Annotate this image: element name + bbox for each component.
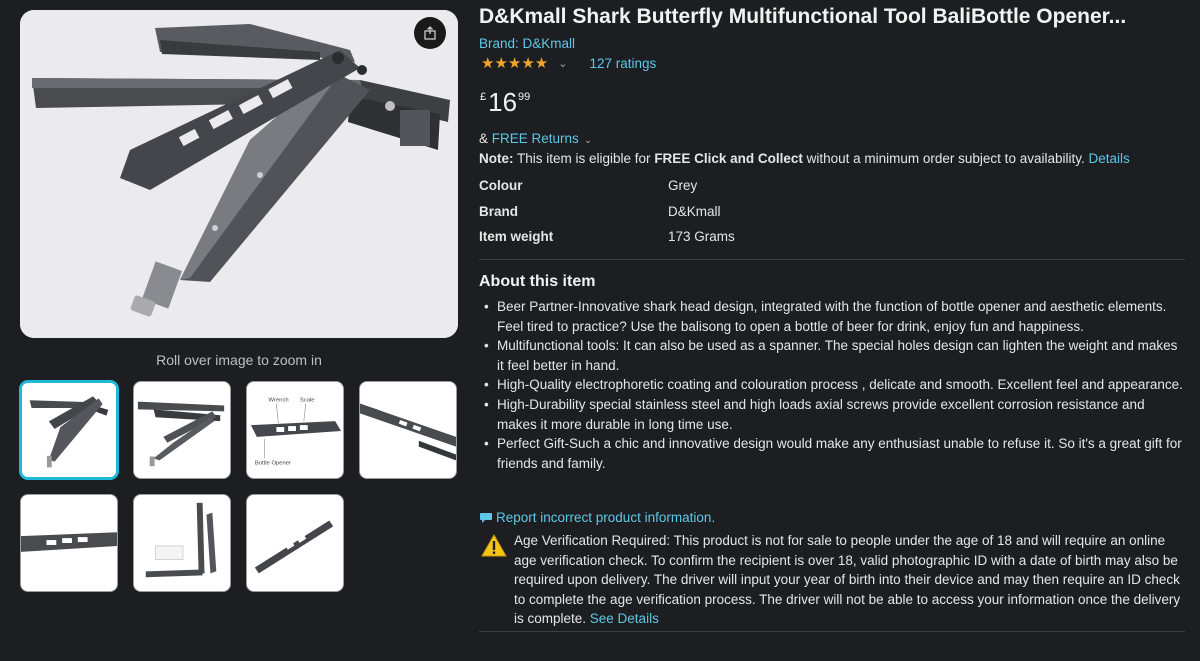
warning-icon [481,534,507,557]
list-item: Perfect Gift-Such a chic and innovative … [483,434,1185,473]
click-collect-note: Note: This item is eligible for FREE Cli… [479,151,1130,166]
thumbnail-2[interactable] [133,381,231,479]
thumbnail-7[interactable] [246,494,344,592]
thumbnail-1[interactable] [20,381,118,479]
ratings-count-link[interactable]: 127 ratings [589,56,656,71]
about-heading: About this item [479,273,596,290]
spec-value: 173 Grams [668,229,735,244]
thumbnail-6[interactable] [133,494,231,592]
star-rating-icon[interactable]: ★★★★★ [481,54,548,72]
report-incorrect-info-link[interactable]: Report incorrect product information. [496,510,715,525]
see-details-link[interactable]: See Details [590,611,659,626]
returns-prefix: & [479,131,489,146]
thumb-label-bottle: Bottle Opener [255,460,291,466]
about-bullets: Beer Partner-Innovative shark head desig… [483,297,1185,473]
price-currency: £ [480,91,487,103]
thumb-label-scale: Scale [300,398,315,404]
main-product-image[interactable] [20,10,458,338]
thumbnail-4[interactable] [359,381,457,479]
thumbnail-3[interactable]: Wrench Scale Bottle Opener [246,381,344,479]
thumbnail-5[interactable] [20,494,118,592]
divider [479,631,1185,632]
spec-key: Item weight [479,229,554,244]
note-text-1: This item is eligible for [513,151,655,166]
divider [479,259,1185,260]
age-verification-text: Age Verification Required: This product … [514,531,1182,629]
spec-value: Grey [668,178,698,193]
chat-bubble-icon [480,512,492,523]
list-item: High-Durability special stainless steel … [483,395,1185,434]
rating-row: ★★★★★ ⌄ 127 ratings [481,54,656,72]
details-link[interactable]: Details [1088,151,1129,166]
note-bold: FREE Click and Collect [654,151,803,166]
returns-row: & FREE Returns ⌄ [479,131,592,146]
list-item: Multifunctional tools: It can also be us… [483,336,1185,375]
note-text-2: without a minimum order subject to avail… [802,151,1089,166]
spec-key: Colour [479,178,523,193]
chevron-down-icon[interactable]: ⌄ [558,57,567,70]
list-item: High-Quality electrophoretic coating and… [483,375,1185,395]
list-item: Beer Partner-Innovative shark head desig… [483,297,1185,336]
share-icon [424,26,436,40]
thumb-label-wrench: Wrench [269,398,289,404]
report-row: Report incorrect product information. [479,510,715,525]
price-fraction: 99 [518,91,531,103]
spec-key: Brand [479,204,519,219]
price: £ 16 99 [480,88,530,116]
share-button[interactable] [414,17,446,49]
free-returns-link[interactable]: FREE Returns [492,131,579,146]
product-title: D&Kmall Shark Butterfly Multifunctional … [479,5,1127,28]
chevron-down-icon[interactable]: ⌄ [584,135,592,146]
note-label: Note: [479,151,514,166]
price-whole: 16 [488,87,518,117]
spec-value: D&Kmall [668,204,721,219]
zoom-hint: Roll over image to zoom in [156,352,322,368]
brand-link[interactable]: Brand: D&Kmall [479,36,575,51]
